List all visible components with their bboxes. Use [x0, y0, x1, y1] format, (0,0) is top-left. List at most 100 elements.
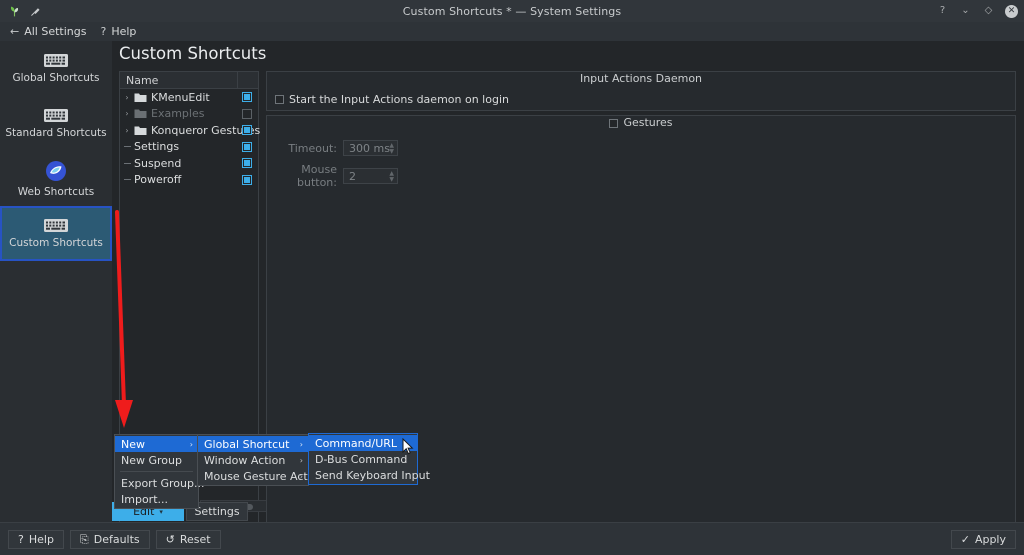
row-label: Settings — [134, 140, 180, 154]
menu-item-mouse-gesture-action[interactable]: Mouse Gesture Action › — [198, 468, 325, 484]
settings-sidebar: Global Shortcuts Standard Shortcuts Web … — [0, 41, 112, 522]
column-divider — [237, 72, 238, 88]
help-button[interactable]: ? — [936, 5, 949, 18]
menu-item-label: New — [121, 437, 145, 451]
expand-chevron-icon[interactable]: › — [120, 93, 134, 102]
gestures-checkbox[interactable] — [609, 118, 619, 128]
question-mark-icon: ? — [18, 533, 24, 546]
menu-item-window-action[interactable]: Window Action › — [198, 452, 308, 468]
menu-item-label: Mouse Gesture Action — [204, 469, 325, 483]
input-actions-daemon-group: Input Actions Daemon Start the Input Act… — [266, 71, 1016, 111]
sidebar-item-label: Custom Shortcuts — [9, 237, 103, 249]
row-checkbox[interactable] — [242, 158, 252, 168]
timeout-field-row: Timeout: 300 ms ▲ ▼ — [277, 140, 398, 156]
table-row[interactable]: Suspend — [120, 155, 258, 172]
table-row[interactable]: › Konqueror Gestures — [120, 122, 260, 139]
minimize-button[interactable]: ⌄ — [959, 5, 972, 18]
menu-item-label: Export Group... — [121, 476, 205, 490]
menu-separator — [120, 471, 193, 472]
submenu-arrow-icon: › — [299, 471, 303, 481]
context-menu-level2: Global Shortcut › Window Action › Mouse … — [197, 434, 325, 486]
mouse-button-label: Mouse button: — [297, 163, 337, 189]
back-arrow-icon: ← — [10, 25, 20, 38]
reset-button[interactable]: ↺ Reset — [155, 530, 221, 549]
all-settings-label: All Settings — [24, 25, 87, 38]
mouse-button-value: 2 — [349, 169, 356, 183]
menu-item-export-group[interactable]: Export Group... — [115, 475, 204, 491]
start-daemon-on-login-checkbox[interactable]: Start the Input Actions daemon on login — [275, 93, 509, 106]
menu-item-global-shortcut[interactable]: Global Shortcut › — [198, 436, 308, 452]
mouse-button-spinbox[interactable]: 2 ▲ ▼ — [343, 168, 398, 184]
spinner-arrows-icon[interactable]: ▲ ▼ — [389, 169, 394, 185]
checkbox-box[interactable] — [275, 95, 284, 104]
table-row[interactable]: › Examples — [120, 106, 258, 123]
row-checkbox[interactable] — [242, 108, 252, 119]
defaults-label: Defaults — [93, 533, 140, 546]
tree-branch-line — [120, 179, 134, 181]
footer-left-buttons: ? Help ⎘ Defaults ↺ Reset — [8, 530, 221, 549]
row-label: Examples — [151, 107, 205, 121]
sidebar-item-label: Web Shortcuts — [17, 185, 95, 198]
dialog-footer: ? Help ⎘ Defaults ↺ Reset ✓ Apply — [0, 522, 1024, 555]
apply-button[interactable]: ✓ Apply — [950, 530, 1016, 549]
submenu-arrow-icon: › — [189, 439, 193, 449]
defaults-button[interactable]: ⎘ Defaults — [69, 530, 150, 549]
sidebar-item-label: Standard Shortcuts — [5, 127, 107, 139]
menu-item-import[interactable]: Import... — [115, 491, 198, 507]
sidebar-item-web-shortcuts[interactable]: Web Shortcuts — [0, 151, 112, 206]
all-settings-button[interactable]: ← All Settings — [10, 25, 86, 38]
footer-help-button[interactable]: ? Help — [8, 530, 64, 549]
check-icon: ✓ — [960, 533, 970, 546]
window-title: Custom Shortcuts * — System Settings — [402, 4, 622, 18]
row-checkbox[interactable] — [242, 125, 252, 135]
menu-item-label: D-Bus Command — [315, 452, 408, 466]
reset-icon: ↺ — [165, 533, 175, 546]
system-settings-window: Custom Shortcuts * — System Settings ? ⌄… — [0, 0, 1024, 555]
submenu-arrow-icon: › — [299, 439, 303, 449]
table-row[interactable]: Settings — [120, 139, 258, 156]
menu-item-new[interactable]: New › — [115, 436, 198, 452]
row-checkbox[interactable] — [242, 92, 252, 102]
expand-chevron-icon[interactable]: › — [120, 126, 134, 135]
reset-label: Reset — [179, 533, 211, 546]
maximize-button[interactable]: ◇ — [982, 5, 995, 18]
menu-item-command-url[interactable]: Command/URL — [309, 435, 417, 451]
keyboard-icon — [44, 219, 68, 232]
sidebar-item-custom-shortcuts[interactable]: Custom Shortcuts — [0, 206, 112, 261]
timeout-spinbox[interactable]: 300 ms ▲ ▼ — [343, 140, 398, 156]
table-row[interactable]: › KMenuEdit — [120, 89, 258, 106]
row-label: KMenuEdit — [151, 90, 210, 104]
mouse-button-field-row: Mouse button: 2 ▲ ▼ — [277, 163, 398, 189]
footer-right-buttons: ✓ Apply — [950, 530, 1016, 549]
keyboard-icon — [44, 54, 68, 67]
expand-chevron-icon[interactable]: › — [120, 109, 134, 118]
mouse-cursor-icon — [402, 438, 414, 455]
defaults-icon: ⎘ — [79, 532, 89, 546]
menu-item-label: Send Keyboard Input — [315, 468, 430, 482]
keyboard-icon — [44, 109, 68, 122]
menu-item-dbus-command[interactable]: D-Bus Command — [309, 451, 417, 467]
folder-icon — [134, 126, 147, 135]
column-header-name: Name — [126, 73, 159, 87]
row-checkbox[interactable] — [242, 174, 252, 185]
tree-branch-line — [120, 162, 134, 164]
row-label: Poweroff — [134, 173, 182, 187]
menu-item-send-keyboard-input[interactable]: Send Keyboard Input — [309, 467, 430, 483]
sidebar-item-standard-shortcuts[interactable]: Standard Shortcuts — [0, 96, 112, 151]
timeout-value: 300 ms — [349, 141, 390, 155]
tree-branch-line — [120, 146, 134, 148]
close-button[interactable]: ✕ — [1005, 4, 1018, 18]
gestures-group-title[interactable]: Gestures — [267, 115, 1015, 131]
row-checkbox[interactable] — [242, 141, 252, 152]
menu-item-new-group[interactable]: New Group — [115, 452, 198, 468]
sidebar-item-global-shortcuts[interactable]: Global Shortcuts — [0, 41, 112, 96]
table-row[interactable]: Poweroff — [120, 172, 258, 189]
group-title: Input Actions Daemon — [579, 72, 703, 85]
red-arrow-annotation — [115, 210, 133, 428]
app-toolbar: ← All Settings ? Help — [0, 22, 1024, 41]
window-titlebar: Custom Shortcuts * — System Settings ? ⌄… — [0, 0, 1024, 22]
toolbar-help-button[interactable]: ? Help — [100, 25, 136, 38]
spinner-arrows-icon[interactable]: ▲ ▼ — [389, 141, 394, 157]
menu-item-label: Import... — [121, 492, 168, 506]
page-title: Custom Shortcuts — [119, 44, 267, 63]
